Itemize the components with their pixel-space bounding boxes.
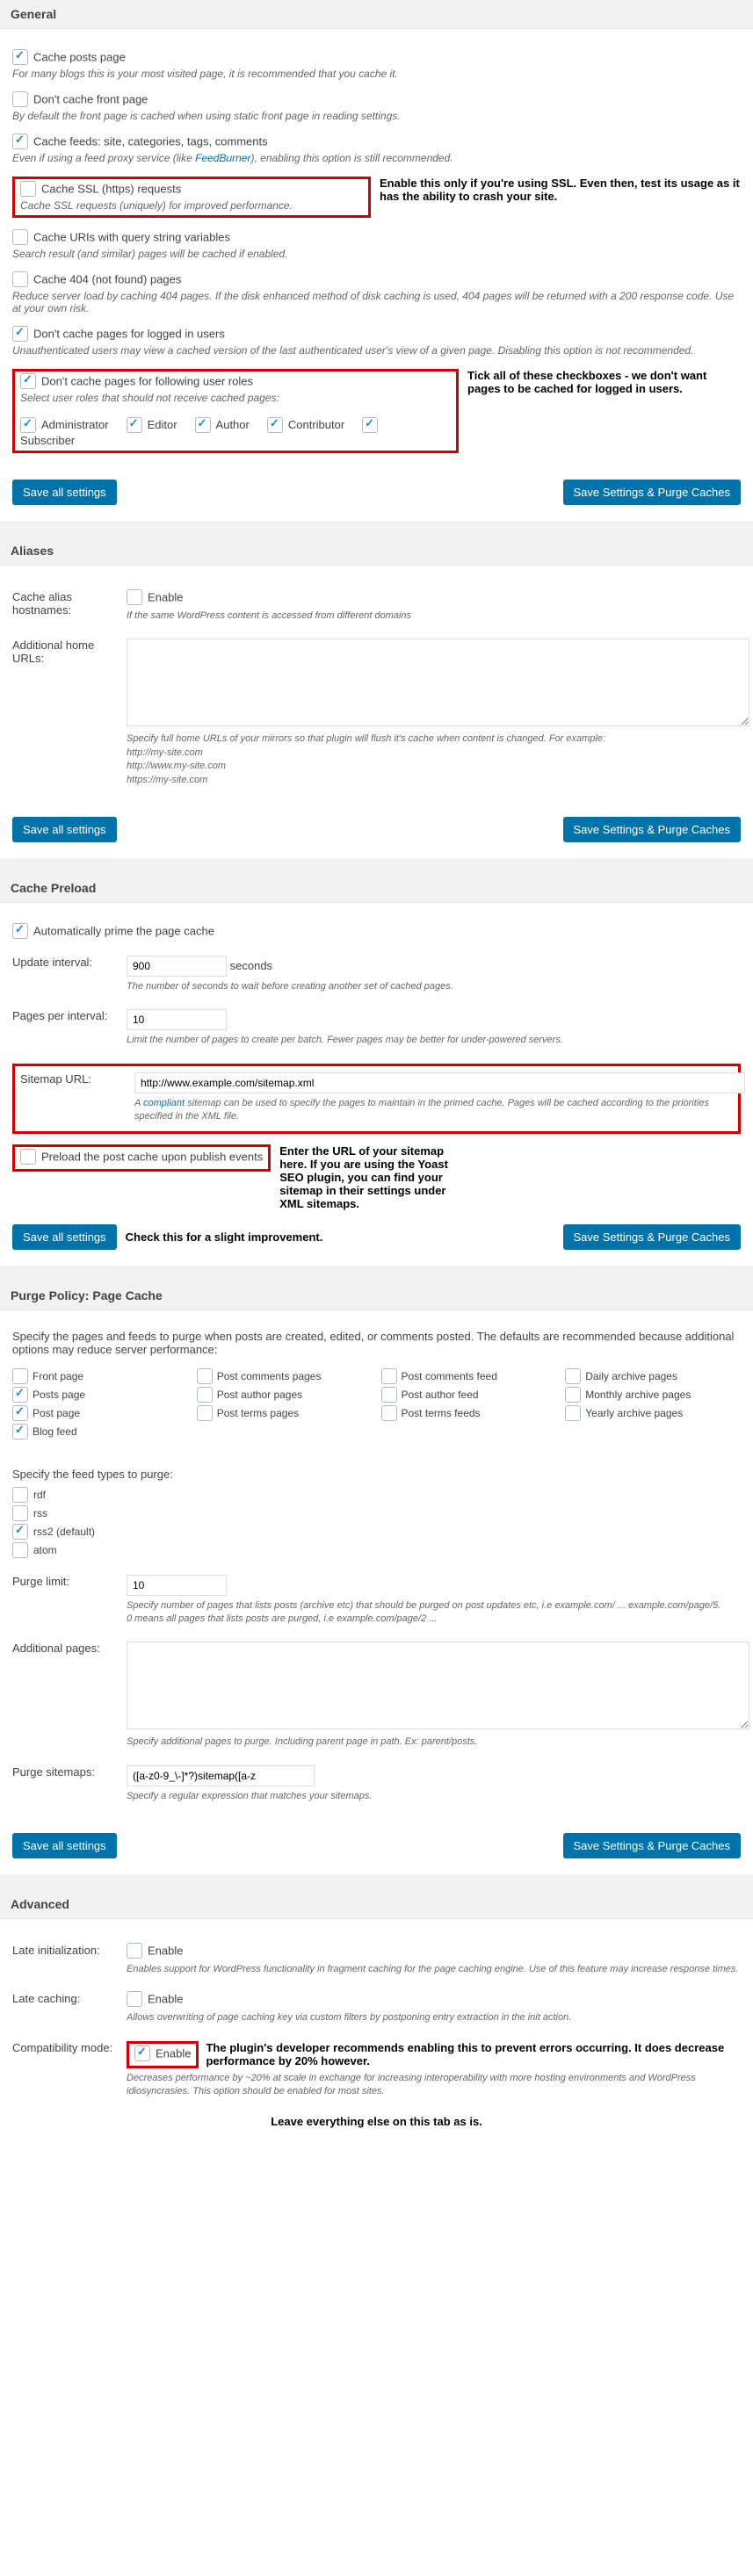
purge-header: Purge Policy: Page Cache bbox=[0, 1281, 753, 1310]
dont-cache-roles-row: Don't cache pages for following user rol… bbox=[12, 369, 741, 453]
cache-ssl-highlight: Cache SSL (https) requests Cache SSL req… bbox=[12, 177, 371, 218]
purge-checkbox[interactable] bbox=[381, 1368, 397, 1384]
cache-posts-checkbox[interactable] bbox=[12, 49, 28, 65]
purge-sitemaps-input[interactable] bbox=[127, 1765, 315, 1786]
dont-cache-roles-checkbox[interactable] bbox=[20, 373, 36, 389]
save-purge-button[interactable]: Save Settings & Purge Caches bbox=[563, 1224, 742, 1250]
save-all-button[interactable]: Save all settings bbox=[12, 480, 117, 505]
cache-posts-desc: For many blogs this is your most visited… bbox=[12, 68, 741, 80]
advanced-header: Advanced bbox=[0, 1890, 753, 1919]
aliases-header: Aliases bbox=[0, 537, 753, 566]
purge-checkbox[interactable] bbox=[12, 1424, 28, 1440]
role-checkbox[interactable] bbox=[267, 417, 283, 433]
feed-checkbox[interactable] bbox=[12, 1505, 28, 1521]
purge-checkbox[interactable] bbox=[12, 1405, 28, 1421]
purge-checkbox[interactable] bbox=[565, 1405, 581, 1421]
dont-cache-front-checkbox[interactable] bbox=[12, 91, 28, 107]
purge-checkbox[interactable] bbox=[565, 1387, 581, 1403]
sitemap-url-input[interactable] bbox=[134, 1072, 745, 1093]
alias-enable-checkbox[interactable] bbox=[127, 589, 142, 605]
preload-post-checkbox[interactable] bbox=[20, 1149, 36, 1165]
purge-checkbox[interactable] bbox=[565, 1368, 581, 1384]
save-all-button[interactable]: Save all settings bbox=[12, 1833, 117, 1858]
purge-checkbox[interactable] bbox=[381, 1387, 397, 1403]
role-checkbox[interactable] bbox=[20, 417, 36, 433]
role-checkbox[interactable] bbox=[195, 417, 211, 433]
cache-feeds-checkbox[interactable] bbox=[12, 133, 28, 149]
compat-checkbox[interactable] bbox=[134, 2046, 150, 2061]
sitemap-annotation: Enter the URL of your sitemap here. If y… bbox=[279, 1144, 473, 1210]
cache-ssl-row: Cache SSL (https) requests Cache SSL req… bbox=[12, 177, 741, 218]
cache-posts-option: Cache posts page For many blogs this is … bbox=[12, 50, 741, 80]
compliant-link[interactable]: compliant bbox=[143, 1098, 185, 1108]
role-checkbox[interactable] bbox=[127, 417, 142, 433]
general-header: General bbox=[0, 0, 753, 29]
dont-cache-logged-option: Don't cache pages for logged in users Un… bbox=[12, 327, 741, 357]
purge-checkbox[interactable] bbox=[197, 1368, 213, 1384]
purge-checkbox[interactable] bbox=[12, 1368, 28, 1384]
save-all-button[interactable]: Save all settings bbox=[12, 817, 117, 842]
cache-404-checkbox[interactable] bbox=[12, 271, 28, 287]
purge-limit-input[interactable] bbox=[127, 1575, 227, 1596]
late-cache-checkbox[interactable] bbox=[127, 1991, 142, 2007]
role-checkbox[interactable] bbox=[362, 417, 378, 433]
update-interval-input[interactable] bbox=[127, 956, 227, 977]
footer-annotation: Leave everything else on this tab as is. bbox=[12, 2115, 741, 2128]
cache-ssl-checkbox[interactable] bbox=[20, 181, 36, 197]
auto-prime-checkbox[interactable] bbox=[12, 923, 28, 939]
ssl-annotation: Enable this only if you're using SSL. Ev… bbox=[380, 177, 741, 203]
dont-cache-logged-checkbox[interactable] bbox=[12, 326, 28, 342]
cache-posts-label: Cache posts page bbox=[33, 50, 126, 63]
preload-annotation: Check this for a slight improvement. bbox=[126, 1230, 323, 1244]
additional-pages-textarea[interactable] bbox=[127, 1642, 749, 1729]
cache-query-checkbox[interactable] bbox=[12, 229, 28, 245]
home-urls-textarea[interactable] bbox=[127, 639, 749, 726]
cache-feeds-option: Cache feeds: site, categories, tags, com… bbox=[12, 134, 741, 164]
cache-query-option: Cache URIs with query string variables S… bbox=[12, 230, 741, 260]
purge-checkbox[interactable] bbox=[197, 1405, 213, 1421]
compat-annotation: The plugin's developer recommends enabli… bbox=[206, 2041, 741, 2067]
compat-highlight: Enable bbox=[127, 2041, 199, 2068]
dont-cache-front-option: Don't cache front page By default the fr… bbox=[12, 92, 741, 122]
save-purge-button[interactable]: Save Settings & Purge Caches bbox=[563, 817, 742, 842]
roles-highlight: Don't cache pages for following user rol… bbox=[12, 369, 459, 453]
feed-checkbox[interactable] bbox=[12, 1542, 28, 1558]
late-init-checkbox[interactable] bbox=[127, 1943, 142, 1959]
purge-checkbox[interactable] bbox=[381, 1405, 397, 1421]
save-purge-button[interactable]: Save Settings & Purge Caches bbox=[563, 1833, 742, 1858]
roles-annotation: Tick all of these checkboxes - we don't … bbox=[467, 369, 741, 395]
preload-header: Cache Preload bbox=[0, 874, 753, 903]
save-all-button[interactable]: Save all settings bbox=[12, 1224, 117, 1250]
save-purge-button[interactable]: Save Settings & Purge Caches bbox=[563, 480, 742, 505]
feed-checkbox[interactable] bbox=[12, 1524, 28, 1540]
feedburner-link[interactable]: FeedBurner bbox=[195, 152, 250, 164]
pages-per-input[interactable] bbox=[127, 1009, 227, 1030]
preload-post-highlight: Preload the post cache upon publish even… bbox=[12, 1144, 271, 1172]
purge-checkbox[interactable] bbox=[197, 1387, 213, 1403]
sitemap-highlight: Sitemap URL: A compliant sitemap can be … bbox=[12, 1064, 741, 1134]
feed-checkbox[interactable] bbox=[12, 1487, 28, 1503]
purge-checkbox[interactable] bbox=[12, 1387, 28, 1403]
cache-404-option: Cache 404 (not found) pages Reduce serve… bbox=[12, 272, 741, 314]
